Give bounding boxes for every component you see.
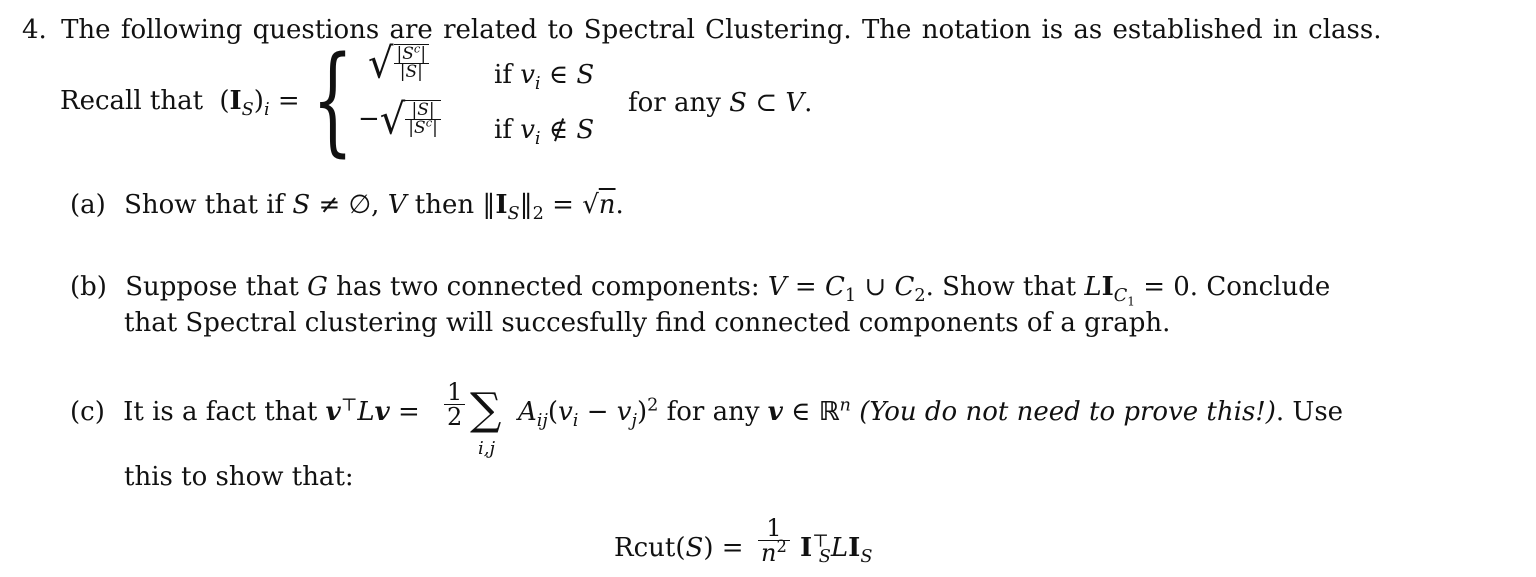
part-c-text: for any: [666, 397, 760, 427]
part-c-label: (c): [70, 397, 105, 427]
part-c: (c) It is a fact that v⊤Lv =: [70, 395, 420, 427]
part-b-text: has two connected components:: [336, 272, 760, 302]
part-b-line-2: that Spectral clustering will succesfull…: [124, 308, 1171, 338]
rcut-text: Rcut: [614, 533, 676, 563]
sqrt-icon: √ |Sc| |S|: [368, 43, 430, 85]
fraction: |Sc| |S|: [393, 43, 430, 81]
part-c-text: It is a fact that: [123, 397, 318, 427]
recall-text: Recall that: [60, 86, 204, 116]
part-a-text: Show that if: [124, 190, 285, 220]
part-b: (b) Suppose that G has two connected com…: [70, 272, 1331, 309]
case-2-condition: if vi ∉ S: [494, 115, 595, 150]
part-a: (a) Show that if S ≠ ∅, V then ‖IS‖2 = √…: [70, 190, 624, 225]
recall-tail: for any S ⊂ V.: [628, 88, 813, 118]
left-brace-icon: {: [312, 30, 354, 168]
sum-index: i,j: [478, 438, 496, 459]
part-b-text: Conclude: [1206, 272, 1331, 302]
rcut-fraction: 1 n2: [758, 516, 790, 565]
recall-lead: Recall that (IS)i =: [60, 86, 300, 121]
case-1-value: √ |Sc| |S|: [368, 43, 430, 85]
part-a-label: (a): [70, 190, 106, 220]
if-label: if: [494, 60, 512, 90]
part-b-text: Show that: [942, 272, 1077, 302]
rcut-rhs: I⊤SLIS: [800, 531, 873, 568]
part-c-italic-note: (You do not need to prove this!): [859, 397, 1276, 427]
case-2-value: − √ |S| |Sc|: [358, 99, 441, 141]
problem-intro: The following questions are related to S…: [61, 15, 1382, 45]
problem-number: 4.: [22, 15, 47, 45]
part-b-text: Suppose that: [125, 272, 299, 302]
part-c-line-2: this to show that:: [124, 462, 354, 492]
then-text: then: [414, 190, 475, 220]
problem-header: 4. The following questions are related t…: [22, 17, 1382, 43]
if-label: if: [494, 115, 512, 145]
for-any-text: for any: [628, 88, 721, 118]
indicator-lhs: (IS)i =: [219, 86, 300, 121]
rcut-lhs: Rcut(S) =: [614, 533, 744, 563]
part-c-text: . Use: [1275, 397, 1344, 427]
part-b-label: (b): [70, 272, 107, 302]
fraction: |S| |Sc|: [405, 102, 441, 137]
sum-icon: ∑: [470, 384, 502, 435]
case-1-condition: if vi ∈ S: [494, 60, 595, 95]
sqrt-icon: √ |S| |Sc|: [380, 99, 441, 141]
part-c-formula: Aij(vi − vj)2 for any v ∈ ℝn (You do not…: [518, 395, 1344, 432]
half-fraction: 1 2: [444, 380, 466, 429]
